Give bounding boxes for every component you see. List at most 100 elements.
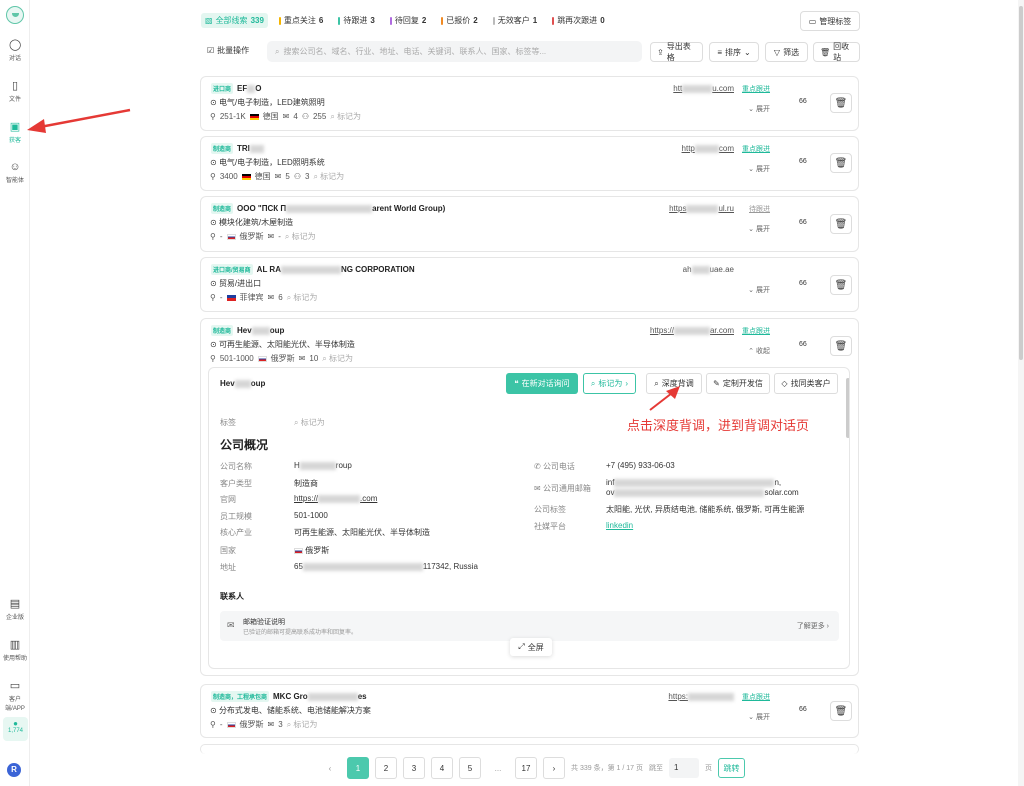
redacted xyxy=(299,461,336,470)
sort-button[interactable]: ≡ 排序 ⌄ xyxy=(709,42,759,62)
status-badge[interactable]: 重点跟进 xyxy=(742,144,770,154)
ask-in-new-chat-button[interactable]: ❝ 在新对话询问 xyxy=(506,373,578,394)
status-badge[interactable]: 重点跟进 xyxy=(742,84,770,94)
mark-link[interactable]: ⌕ 标记为 xyxy=(330,111,361,122)
expand-label: 收起 xyxy=(756,348,770,355)
url-part: https: xyxy=(668,692,688,701)
button-label: 深度背调 xyxy=(661,379,694,388)
delete-button[interactable]: 🗑 xyxy=(830,214,852,234)
website-link[interactable]: http com xyxy=(682,144,734,153)
website-link[interactable]: https ul.ru xyxy=(669,204,734,213)
annotation-arrow-sidebar xyxy=(27,108,131,133)
website-value-link[interactable]: https:// .com xyxy=(294,494,377,503)
batch-actions[interactable]: ☑ 批量操作 xyxy=(207,45,249,56)
jump-page-input[interactable]: 1 xyxy=(668,758,699,778)
linkedin-link[interactable]: linkedin xyxy=(606,521,633,530)
next-page-button[interactable]: › xyxy=(543,757,565,779)
name-part: OOO "ПСК П xyxy=(237,204,287,213)
sidebar-item-app[interactable]: ▭ 客户端/APP xyxy=(0,680,30,712)
deep-research-button[interactable]: ⌕ 深度背调 xyxy=(646,373,702,394)
status-badge[interactable]: 待跟进 xyxy=(749,204,770,214)
redacted xyxy=(286,204,373,213)
learn-more-link[interactable]: 了解更多 › xyxy=(797,621,829,631)
company-tags-value: 太阳能, 光伏, 异质结电池, 储能系统, 俄罗斯, 可再生能源 xyxy=(606,505,805,514)
mark-link[interactable]: ⌕ 标记为 xyxy=(287,292,318,303)
jump-button[interactable]: 跳转 xyxy=(717,758,745,778)
sidebar-item-customers[interactable]: ▣ 获客 xyxy=(0,121,30,144)
tab-follow[interactable]: 待跟进 3 xyxy=(334,13,378,28)
expand-toggle[interactable]: ⌄ 展开 xyxy=(748,164,770,174)
fullscreen-button[interactable]: ⤢ 全屏 xyxy=(510,638,552,656)
name-part: oup xyxy=(250,379,266,388)
tab-label: 待跟进 xyxy=(343,16,368,25)
notice-subtitle: 已验证的邮箱可提高联系成功率和回复率。 xyxy=(243,630,358,636)
website-link[interactable]: ah uae.ae xyxy=(683,265,734,274)
list-item[interactable]: 制造商 TRI ⊙ 电气/电子制造，LED照明系统 ⚲ 3400 德国 ✉ 5 ⚇ 3 ⌕ 标记… xyxy=(200,136,859,191)
expand-toggle[interactable]: ⌄ 展开 xyxy=(748,712,770,722)
status-badge[interactable]: 重点跟进 xyxy=(742,692,770,702)
tag-mark-link[interactable]: ⌕ 标记为 xyxy=(294,418,325,427)
page-button[interactable]: 4 xyxy=(431,757,453,779)
type-tag: 进口商/贸易商 xyxy=(211,264,253,275)
prev-page-button[interactable]: ‹ xyxy=(319,757,341,779)
industry-text: 模块化建筑/木屋制造 xyxy=(218,218,294,227)
expand-toggle[interactable]: ⌄ 展开 xyxy=(748,104,770,114)
expand-toggle[interactable]: ⌄ 展开 xyxy=(748,285,770,295)
mark-link[interactable]: ⌕ 标记为 xyxy=(322,353,353,364)
search-input[interactable]: ⌕ 搜索公司名、域名、行业、地址、电话、关键词、联系人、国家、标签等... xyxy=(267,41,642,62)
list-item[interactable]: 进口商/贸易商 AL RA NG CORPORATION ⊙ 贸易/进出口 ⚲ - 菲律… xyxy=(200,257,859,312)
tab-refollow[interactable]: 跳再次跟进 0 xyxy=(548,13,608,28)
page-button[interactable]: 2 xyxy=(375,757,397,779)
list-item[interactable]: 制造商，工程承包商 MKC Gro es ⊙ 分布式发电、储能系统、电池储能解决方案… xyxy=(200,684,859,738)
page-button[interactable]: 3 xyxy=(403,757,425,779)
manage-tags-button[interactable]: ▭ 管理标签 xyxy=(800,11,860,31)
delete-button[interactable]: 🗑 xyxy=(830,336,852,356)
help-book-icon: ▥ xyxy=(9,639,21,651)
delete-button[interactable]: 🗑 xyxy=(830,701,852,721)
collapse-toggle[interactable]: ⌃ 收起 xyxy=(748,346,770,356)
credit-count-badge[interactable]: ● 1,774 xyxy=(3,717,28,741)
list-item[interactable]: 制造商 OOO "ПСК П arent World Group) ⊙ 模块化建筑/… xyxy=(200,196,859,252)
avatar[interactable]: R xyxy=(7,763,21,777)
custom-letter-button[interactable]: ✎ 定制开发信 xyxy=(706,373,770,394)
tab-invalid[interactable]: 无效客户 1 xyxy=(489,13,541,28)
export-button[interactable]: ⇪ 导出表格 xyxy=(650,42,703,62)
app-logo[interactable] xyxy=(6,6,24,24)
tab-focus[interactable]: 重点关注 6 xyxy=(275,13,327,28)
page-button[interactable]: 17 xyxy=(515,757,537,779)
delete-button[interactable]: 🗑 xyxy=(830,275,852,295)
page-scrollbar[interactable] xyxy=(1018,0,1024,786)
filter-button[interactable]: ▽ 筛选 xyxy=(765,42,808,62)
sidebar-item-agents[interactable]: ☺ 智能体 xyxy=(0,161,30,184)
redacted xyxy=(673,326,710,335)
status-badge[interactable]: 重点跟进 xyxy=(742,326,770,336)
detail-scrollbar[interactable] xyxy=(846,378,849,438)
tab-count: 339 xyxy=(250,16,264,25)
chevron-down-icon: ⌄ xyxy=(748,714,755,721)
website-link[interactable]: https:// ar.com xyxy=(650,326,734,335)
tab-all[interactable]: ▧ 全部线索 339 xyxy=(201,13,268,28)
list-item[interactable]: 进口商 EF O ⊙ 电气/电子制造，LED建筑照明 ⚲ 251-1K 德国 ✉ 4 ⚇ 255… xyxy=(200,76,859,131)
sidebar-item-chat[interactable]: ◯ 对话 xyxy=(0,39,30,62)
recycle-bin-button[interactable]: 🗑 回收站 xyxy=(813,42,860,62)
delete-button[interactable]: 🗑 xyxy=(830,153,852,173)
expand-toggle[interactable]: ⌄ 展开 xyxy=(748,224,770,234)
sidebar-item-help[interactable]: ▥ 使用帮助 xyxy=(0,639,30,662)
page-button[interactable]: 5 xyxy=(459,757,481,779)
sidebar-item-files[interactable]: ▯ 文件 xyxy=(0,80,30,103)
delete-button[interactable]: 🗑 xyxy=(830,93,852,113)
find-similar-button[interactable]: ◇ 找同类客户 xyxy=(774,373,838,394)
mark-link[interactable]: ⌕ 标记为 xyxy=(285,231,316,242)
page-button[interactable]: 1 xyxy=(347,757,369,779)
website-link[interactable]: https: xyxy=(668,692,734,701)
website-link[interactable]: htt u.com xyxy=(673,84,734,93)
mark-link[interactable]: ⌕ 标记为 xyxy=(313,171,344,182)
batch-icon: ☑ xyxy=(207,46,215,55)
tab-quoted[interactable]: 已报价 2 xyxy=(437,13,481,28)
mark-link[interactable]: ⌕ 标记为 xyxy=(287,719,318,730)
type-tag: 进口商 xyxy=(211,83,234,94)
url-part: htt xyxy=(673,84,683,93)
sidebar-item-enterprise[interactable]: ▤ 企业版 xyxy=(0,598,30,621)
mark-as-button[interactable]: ⌕ 标记为 › xyxy=(583,373,636,394)
tab-reply[interactable]: 待回复 2 xyxy=(386,13,430,28)
